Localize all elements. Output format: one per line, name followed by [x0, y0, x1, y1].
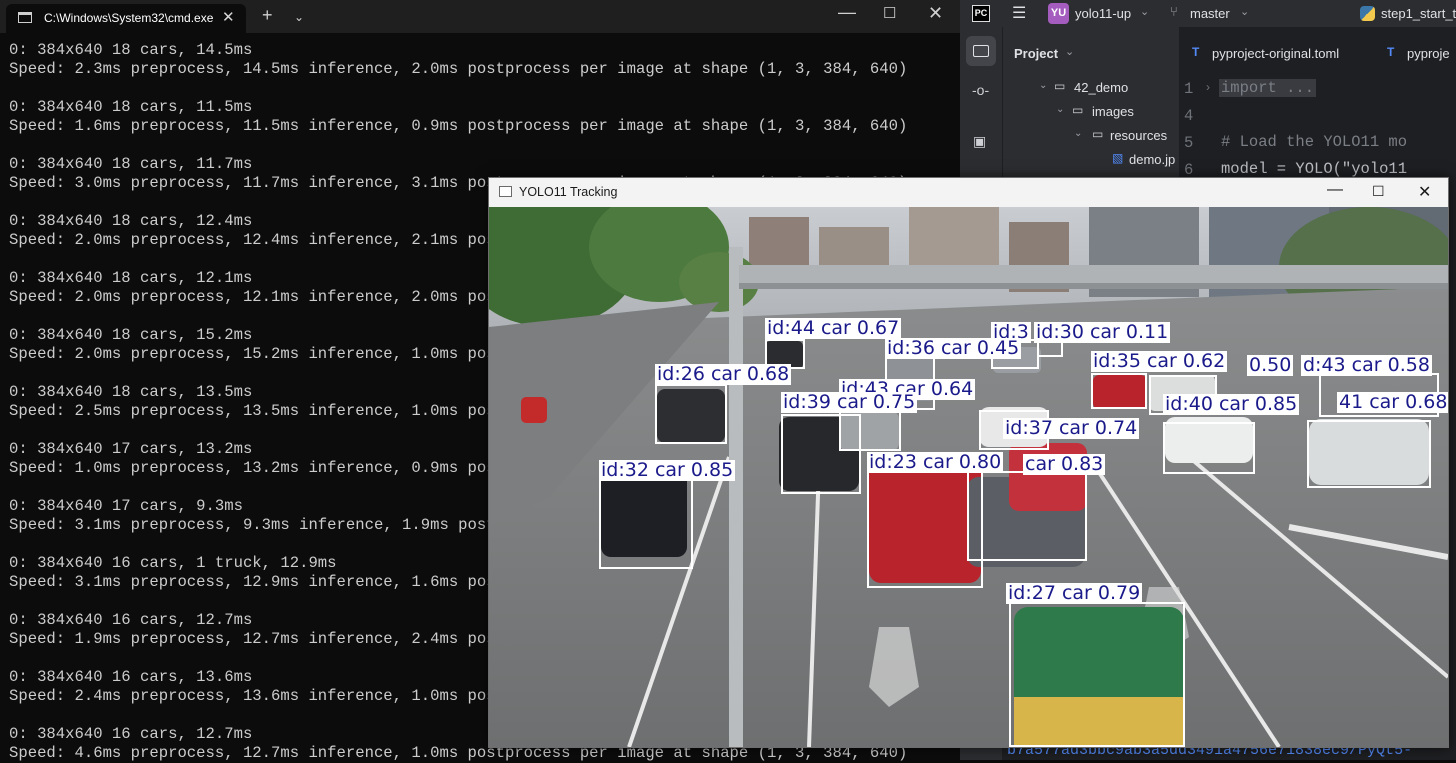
detection-label: id:30 car 0.11 [1034, 321, 1171, 343]
detection-box [1163, 422, 1255, 474]
maximize-icon[interactable]: ☐ [883, 4, 896, 22]
detection-label: 41 car 0.68 [1337, 391, 1448, 413]
code-import[interactable]: import ... [1219, 79, 1317, 97]
toml-file-icon: T [1387, 45, 1395, 59]
line-number: 5 [1184, 134, 1194, 152]
cmd-blank-line [9, 136, 959, 155]
pycharm-logo-icon: PC [972, 5, 990, 22]
cmd-tab-title: C:\Windows\System32\cmd.exe [44, 11, 214, 25]
detection-box [1009, 602, 1185, 747]
detection-label: id:32 car 0.85 [599, 459, 736, 481]
tab-pyproject[interactable]: pyproje [1407, 46, 1450, 61]
detection-label: id:40 car 0.85 [1163, 393, 1300, 415]
yolo-window: YOLO11 Tracking — ☐ ✕ id:44 car 0.67 id:… [488, 177, 1449, 748]
detection-label: id:39 car 0.75 [781, 391, 918, 413]
close-icon[interactable]: ✕ [1418, 182, 1431, 202]
structure-icon[interactable]: ▣ [973, 133, 986, 150]
detection-label: id:27 car 0.79 [1006, 582, 1143, 604]
python-icon [1360, 6, 1375, 21]
detection-box [655, 384, 727, 444]
chevron-down-icon[interactable]: ⌄ [1240, 5, 1249, 18]
folder-icon: ▭ [1092, 127, 1104, 141]
detection-label: 0.50 [1247, 354, 1294, 376]
minimize-icon[interactable]: — [838, 2, 856, 23]
chevron-down-icon[interactable]: ⌄ [1039, 80, 1047, 91]
chevron-down-icon[interactable]: ⌄ [294, 10, 304, 24]
detection-label: id:23 car 0.80 [867, 451, 1004, 473]
tree-item-resources[interactable]: resources [1110, 128, 1167, 143]
line-number: 4 [1184, 107, 1194, 125]
folder-icon: ▭ [1054, 79, 1066, 93]
menu-icon[interactable]: ☰ [1012, 3, 1026, 23]
fold-chevron-icon[interactable]: › [1206, 80, 1210, 94]
folder-icon: ▭ [1072, 103, 1084, 117]
detection-box [967, 471, 1087, 561]
detection-box [1091, 373, 1147, 409]
detection-label: id:37 car 0.74 [1003, 417, 1140, 439]
yolo-title: YOLO11 Tracking [519, 185, 618, 199]
branch-name[interactable]: master [1190, 6, 1230, 21]
detection-box [781, 414, 861, 494]
ide-toolbar: PC ☰ YU yolo11-up ⌄ ⑂ master ⌄ step1_sta… [960, 0, 1456, 28]
toml-file-icon: T [1192, 45, 1200, 59]
line-number: 1 [1184, 80, 1194, 98]
image-file-icon: ▧ [1112, 151, 1124, 165]
chevron-down-icon[interactable]: ⌄ [1065, 45, 1074, 58]
folder-icon [973, 45, 989, 57]
cmd-detection-line: 0: 384x640 18 cars, 14.5ms [9, 41, 253, 59]
tree-item-images[interactable]: images [1092, 104, 1134, 119]
detection-box [1307, 420, 1431, 488]
detection-box [599, 477, 693, 569]
chevron-down-icon[interactable]: ⌄ [1074, 128, 1082, 139]
project-badge[interactable]: YU [1048, 3, 1069, 24]
tree-item-demo-jpg[interactable]: demo.jp [1129, 152, 1175, 167]
tab-pyproject-original[interactable]: pyproject-original.toml [1212, 46, 1339, 61]
detection-label: d:43 car 0.58 [1301, 354, 1432, 376]
cmd-blank-line [9, 79, 959, 98]
cmd-titlebar: C:\Windows\System32\cmd.exe ✕ + ⌄ — ☐ ✕ [0, 0, 960, 33]
code-comment[interactable]: # Load the YOLO11 mo [1221, 133, 1407, 151]
chevron-down-icon[interactable]: ⌄ [1140, 5, 1149, 18]
detection-label: id:35 car 0.62 [1091, 350, 1228, 372]
close-icon[interactable]: ✕ [928, 3, 943, 24]
yolo-titlebar: YOLO11 Tracking — ☐ ✕ [489, 178, 1448, 207]
video-frame: id:44 car 0.67 id:3 id:30 car 0.11 id:36 ca… [489, 207, 1448, 747]
maximize-icon[interactable]: ☐ [1372, 183, 1385, 200]
cmd-speed-line: Speed: 1.6ms preprocess, 11.5ms inferenc… [9, 117, 908, 135]
minimize-icon[interactable]: — [1327, 181, 1343, 199]
cmd-speed-line: Speed: 2.3ms preprocess, 14.5ms inferenc… [9, 60, 908, 78]
window-icon [499, 186, 512, 197]
chevron-down-icon[interactable]: ⌄ [1056, 104, 1064, 115]
new-tab-icon[interactable]: + [262, 5, 273, 26]
detection-label: car 0.83 [1023, 453, 1106, 475]
cmd-tab[interactable]: C:\Windows\System32\cmd.exe ✕ [6, 4, 246, 33]
detection-label: id:44 car 0.67 [765, 317, 902, 339]
terminal-icon [18, 12, 32, 23]
run-config[interactable]: step1_start_t [1381, 6, 1456, 21]
detection-label: id:36 car 0.45 [885, 337, 1022, 359]
project-panel-title[interactable]: Project [1014, 46, 1058, 61]
tree-item-42-demo[interactable]: 42_demo [1074, 80, 1128, 95]
cmd-detection-line: 0: 384x640 18 cars, 11.7ms [9, 155, 253, 173]
cmd-detection-line: 0: 384x640 18 cars, 11.5ms [9, 98, 253, 116]
branch-icon: ⑂ [1170, 4, 1178, 19]
close-tab-icon[interactable]: ✕ [222, 8, 235, 26]
code-model[interactable]: model = YOLO("yolo11 [1221, 160, 1407, 178]
project-name[interactable]: yolo11-up [1075, 6, 1131, 21]
commit-icon[interactable]: -o- [972, 82, 989, 98]
detection-label: id:26 car 0.68 [655, 363, 792, 385]
